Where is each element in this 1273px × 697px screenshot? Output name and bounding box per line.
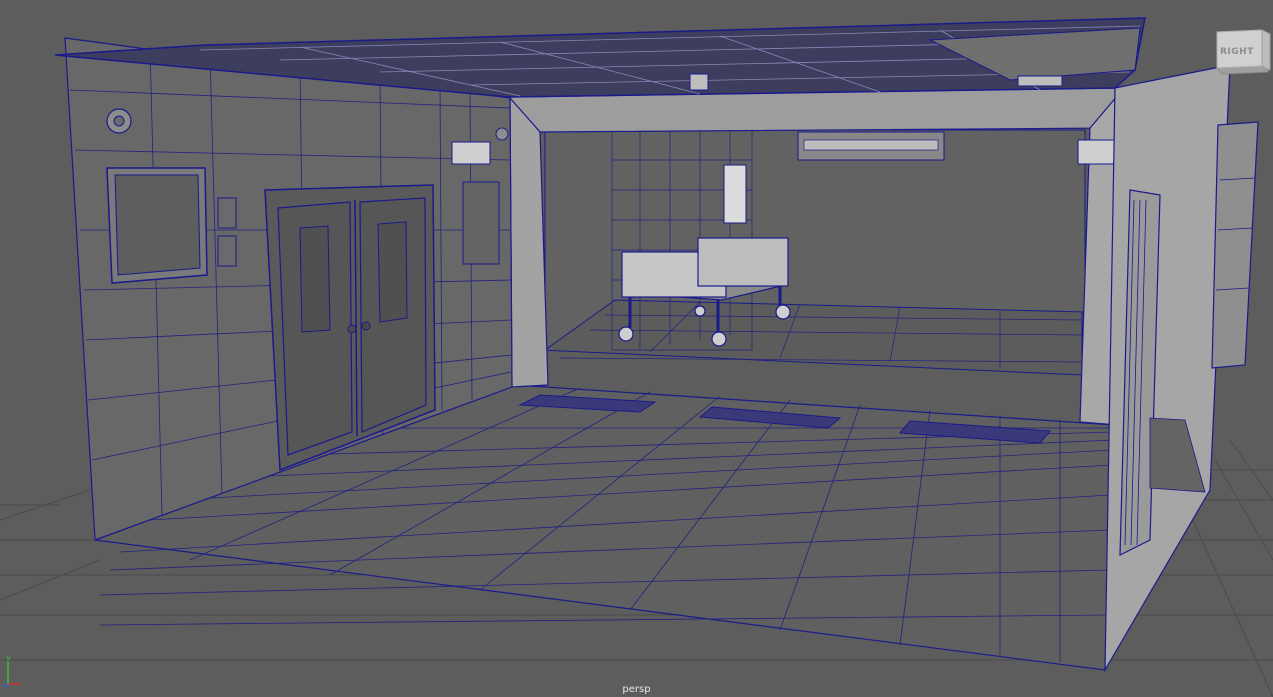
wall-cabinet — [462, 181, 500, 265]
scene-canvas[interactable] — [0, 0, 1273, 697]
axis-indicator: y — [3, 653, 20, 688]
camera-name-label: persp — [622, 684, 651, 695]
picture-frame — [106, 167, 208, 284]
wall-lamp-left — [451, 141, 491, 165]
viewcube-face-label[interactable]: RIGHT — [1220, 47, 1253, 57]
vent-fan — [106, 108, 132, 134]
pillar-left[interactable] — [509, 96, 549, 388]
switch-plate — [217, 197, 237, 229]
side-shelf — [1211, 121, 1259, 369]
y-axis-label: y — [6, 653, 11, 662]
dispenser-box — [723, 164, 747, 224]
right-wall[interactable] — [1104, 64, 1231, 673]
maya-perspective-viewport[interactable]: RIGHT y persp — [0, 0, 1273, 697]
ceiling-vent — [689, 73, 709, 91]
